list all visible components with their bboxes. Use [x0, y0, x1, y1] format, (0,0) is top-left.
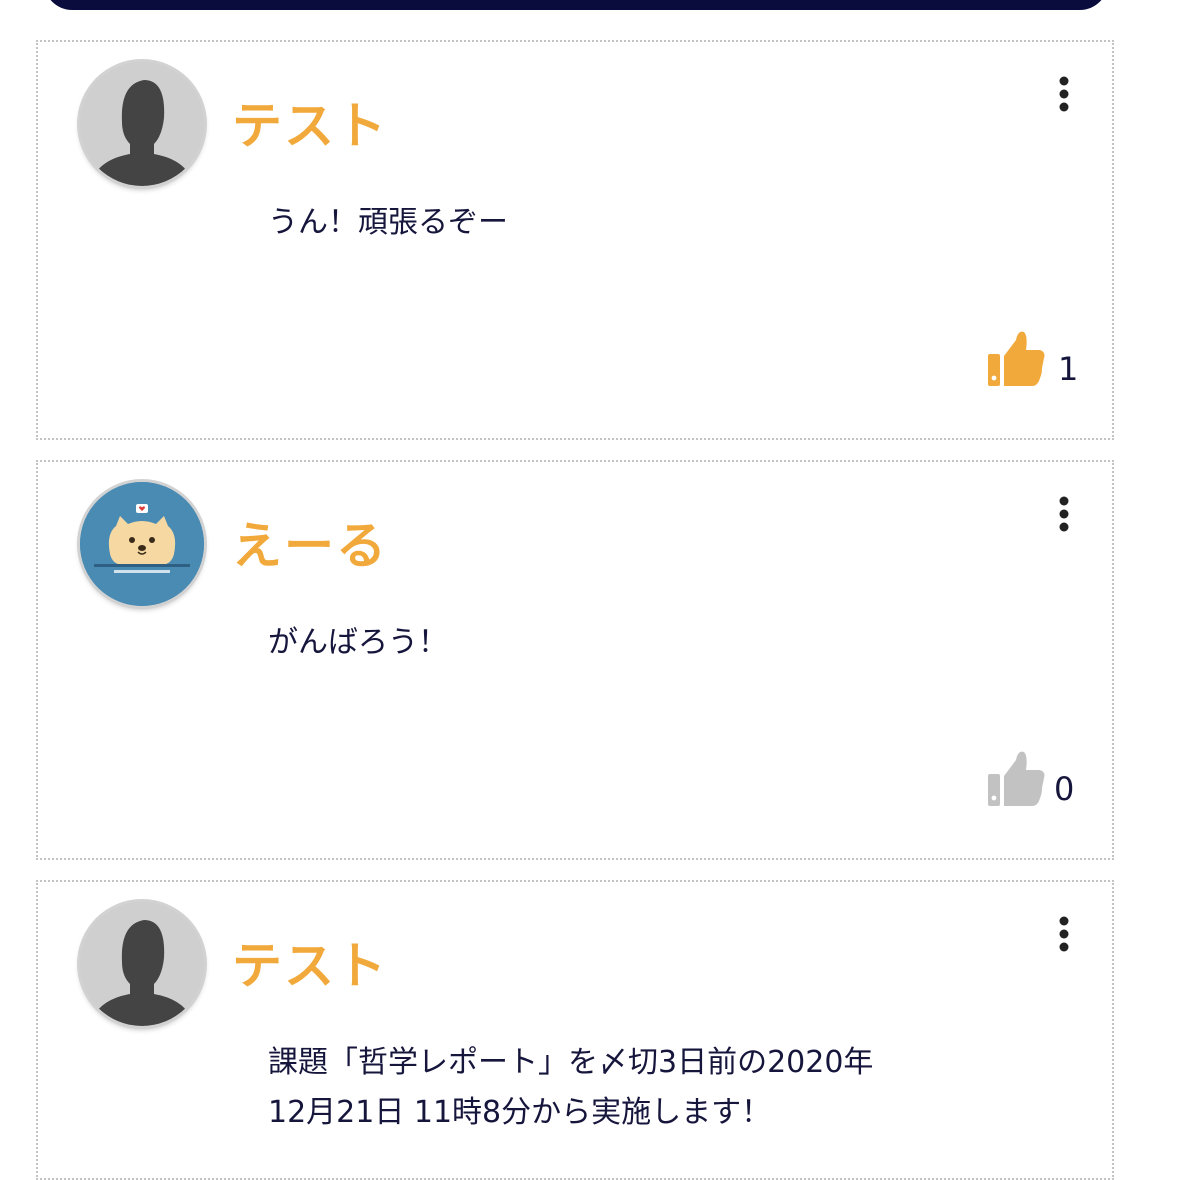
default-avatar-icon[interactable] — [80, 62, 204, 186]
app-header-bar — [44, 0, 1108, 10]
post-card: テスト うん！頑張るぞー 1 — [36, 40, 1114, 440]
more-options-icon[interactable] — [1054, 496, 1074, 532]
post-username[interactable]: テスト — [232, 86, 388, 158]
more-options-icon[interactable] — [1054, 916, 1074, 952]
thumbs-up-icon[interactable] — [986, 748, 1046, 808]
like-count: 1 — [1058, 350, 1079, 388]
post-card: えーる がんばろう！ 0 — [36, 460, 1114, 860]
post-username[interactable]: テスト — [232, 926, 388, 998]
default-avatar-icon[interactable] — [80, 902, 204, 1026]
post-content: うん！頑張るぞー — [268, 205, 508, 240]
more-options-icon[interactable] — [1054, 76, 1074, 112]
post-card: テスト 課題「哲学レポート」を〆切3日前の2020年12月21日 11時8分から… — [36, 880, 1114, 1180]
post-content: がんばろう！ — [268, 625, 448, 660]
thumbs-up-icon[interactable] — [986, 328, 1046, 388]
like-count: 0 — [1054, 770, 1075, 808]
post-username[interactable]: えーる — [232, 506, 388, 578]
post-content: 課題「哲学レポート」を〆切3日前の2020年12月21日 11時8分から実施しま… — [268, 1045, 874, 1130]
pomeranian-avatar[interactable] — [80, 482, 204, 606]
